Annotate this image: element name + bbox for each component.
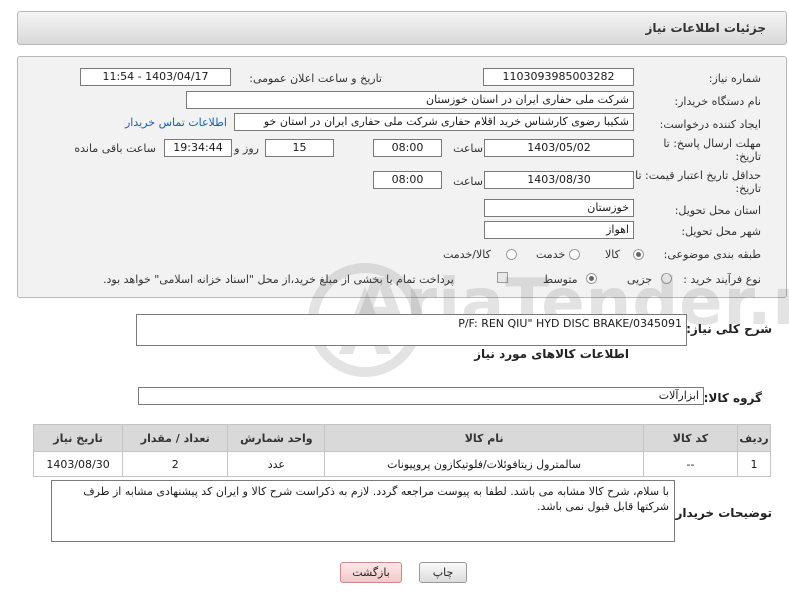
creator-label: ایجاد کننده درخواست: (659, 118, 761, 131)
cell-unit: عدد (227, 451, 326, 477)
announce-datetime-field[interactable]: 1403/04/17 - 11:54 (80, 68, 231, 86)
province-label: استان محل تحویل: (674, 204, 761, 217)
cell-row: 1 (737, 451, 771, 477)
days-label: روز و (234, 142, 259, 155)
announce-datetime-label: تاریخ و ساعت اعلان عمومی: (249, 72, 382, 85)
col-date: تاریخ نیاز (32, 424, 124, 452)
col-code: کد کالا (642, 424, 739, 452)
cell-date: 1403/08/30 (32, 451, 124, 477)
buyer-org-field[interactable]: شرکت ملی حفاری ایران در استان خوزستان (186, 91, 634, 109)
city-field[interactable]: اهواز (484, 221, 634, 239)
remaining-time-label: ساعت باقی مانده (74, 142, 156, 155)
summary-field[interactable]: P/F: REN QIU" HYD DISC BRAKE/0345091 (136, 314, 687, 346)
col-row: ردیف (737, 424, 771, 452)
deadline-time-field[interactable]: 08:00 (373, 139, 442, 157)
col-qty: تعداد / مقدار (122, 424, 229, 452)
validity-time-label: ساعت (453, 175, 483, 188)
need-number-field[interactable]: 1103093985003282 (483, 68, 634, 86)
goods-table: ردیف کد کالا نام کالا واحد شمارش تعداد /… (32, 424, 771, 477)
buyer-notes-label: توضیحات خریدار: (670, 506, 772, 520)
deadline-label: مهلت ارسال پاسخ: تا (663, 137, 761, 150)
goods-group-field[interactable]: ابزارآلات (138, 387, 704, 405)
table-row[interactable]: 1 -- سالمترول زیتافوئلات/فلوتیکازون پروپ… (32, 451, 771, 477)
category-option-goods: کالا (605, 248, 620, 261)
province-field[interactable]: خوزستان (484, 199, 634, 217)
buyer-contact-link[interactable]: اطلاعات تماس خریدار (125, 116, 227, 129)
goods-group-label: گروه کالا: (703, 391, 762, 405)
deadline-date-label: تاریخ: (735, 150, 761, 163)
cell-qty: 2 (122, 451, 229, 477)
city-label: شهر محل تحویل: (681, 225, 761, 238)
goods-section-title: اطلاعات کالاهای مورد نیاز (474, 347, 629, 361)
category-radio-goods-service[interactable] (506, 249, 517, 260)
validity-label: حداقل تاریخ اعتبار قیمت: تا (635, 169, 761, 182)
col-name: نام کالا (324, 424, 644, 452)
page-header: جزئیات اطلاعات نیاز (17, 11, 787, 45)
need-number-label: شماره نیاز: (708, 72, 761, 85)
deadline-date-field[interactable]: 1403/05/02 (484, 139, 634, 157)
validity-date-label: تاریخ: (735, 182, 761, 195)
goods-table-header: ردیف کد کالا نام کالا واحد شمارش تعداد /… (32, 424, 771, 452)
days-remaining-field[interactable]: 15 (265, 139, 334, 157)
validity-date-field[interactable]: 1403/08/30 (484, 171, 634, 189)
category-radio-goods[interactable] (633, 249, 644, 260)
buyer-org-label: نام دستگاه خریدار: (674, 95, 761, 108)
summary-text: P/F: REN QIU" HYD DISC BRAKE/0345091 (458, 317, 682, 330)
cell-code: -- (642, 451, 739, 477)
creator-field[interactable]: شکیبا رضوی کارشناس خرید اقلام حفاری شرکت… (234, 113, 634, 131)
remaining-time-field[interactable]: 19:34:44 (164, 139, 232, 157)
category-label: طبقه بندی موضوعی: (663, 248, 761, 261)
category-option-service: خدمت (536, 248, 566, 261)
print-button[interactable]: چاپ (419, 562, 467, 583)
col-unit: واحد شمارش (227, 424, 326, 452)
category-option-goods-service: کالا/خدمت (443, 248, 491, 261)
validity-time-field[interactable]: 08:00 (373, 171, 442, 189)
cell-name: سالمترول زیتافوئلات/فلوتیکازون پروپیونات (324, 451, 644, 477)
deadline-time-label: ساعت (453, 142, 483, 155)
category-radio-service[interactable] (569, 249, 580, 260)
page-title: جزئیات اطلاعات نیاز (645, 21, 766, 35)
back-button[interactable]: بازگشت (340, 562, 402, 583)
buyer-notes-field[interactable]: با سلام، شرح کالا مشابه می باشد. لطفا به… (51, 480, 675, 542)
summary-label: شرح کلی نیاز: (686, 322, 772, 336)
